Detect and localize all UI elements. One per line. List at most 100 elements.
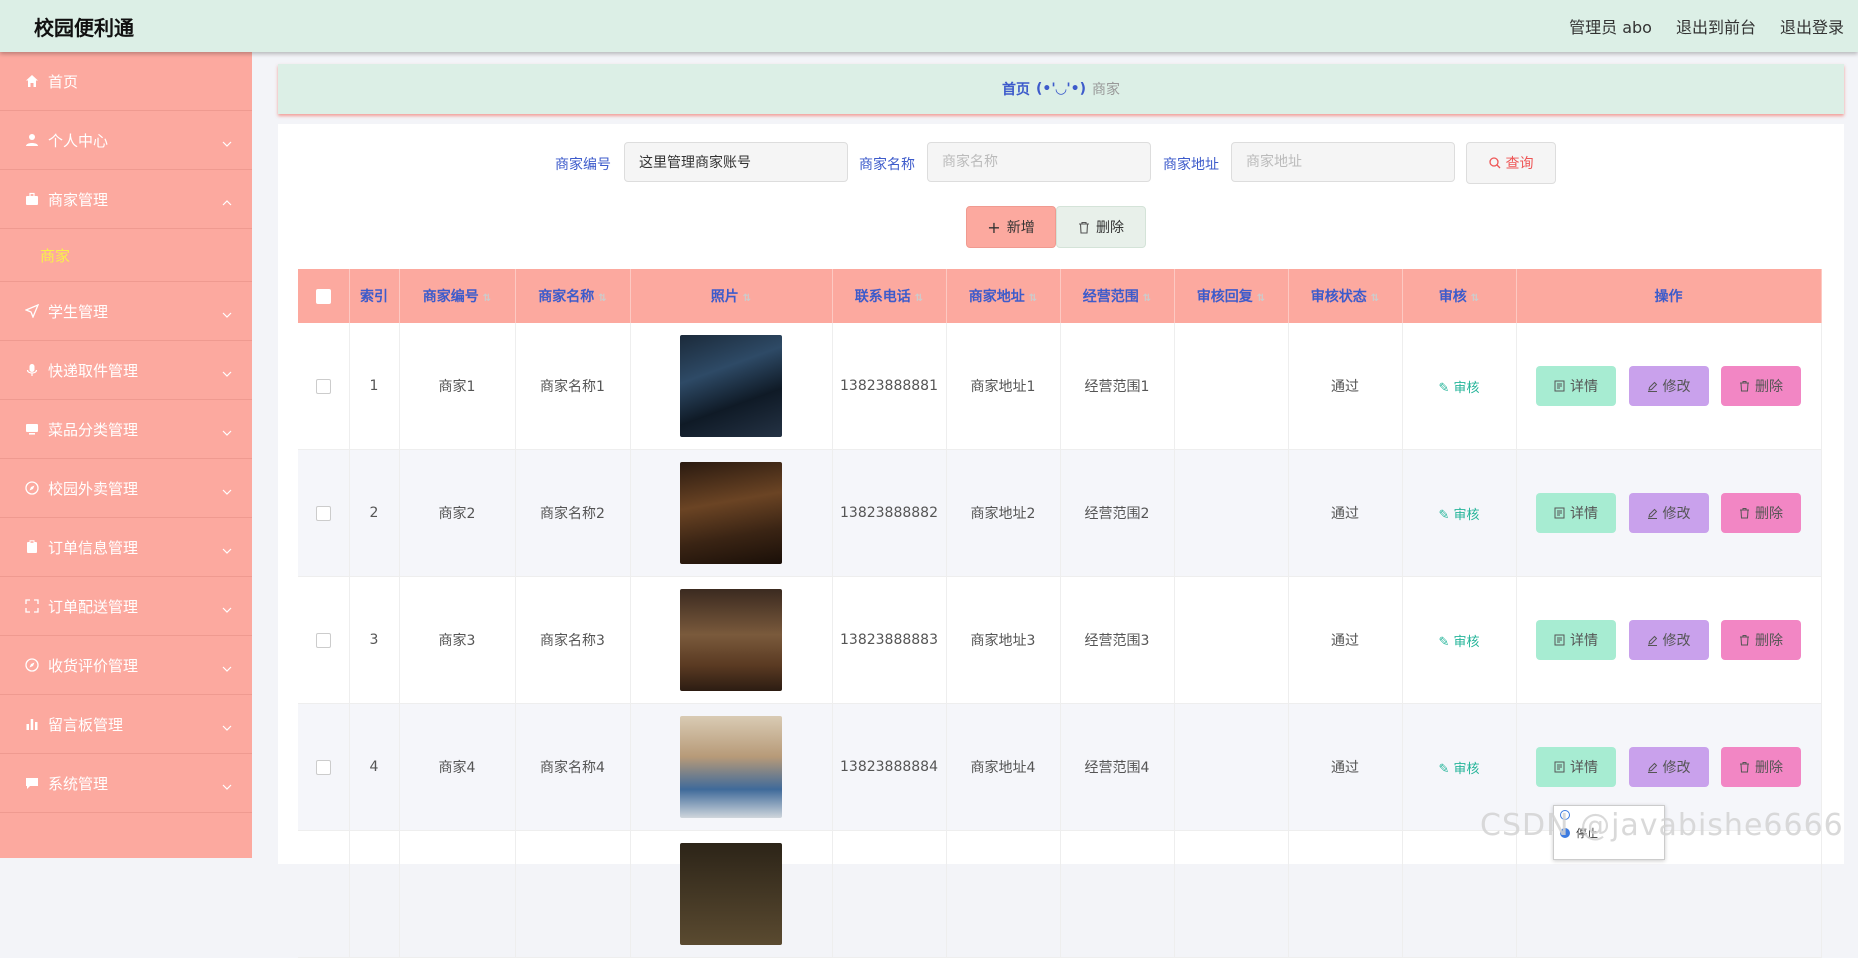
sort-icon[interactable]: ⇅ [1371, 293, 1379, 304]
row-checkbox[interactable] [315, 378, 331, 394]
sidebar-item-merchant-management[interactable]: 商家管理 [0, 170, 252, 229]
col-merchant-code[interactable]: 商家编号 ⇅ [399, 269, 516, 323]
sort-icon[interactable]: ⇅ [598, 293, 606, 304]
row-checkbox[interactable] [315, 759, 331, 775]
cell-photo [630, 830, 833, 958]
search-bar: 商家编号 商家名称 商家地址 查询 [278, 142, 1844, 184]
row-checkbox[interactable] [315, 632, 331, 648]
restaurant-photo[interactable] [680, 843, 782, 945]
delete-button[interactable]: 删除 [1720, 366, 1801, 406]
detail-button[interactable]: 详情 [1536, 620, 1617, 660]
cell-audit-status: 通过 [1288, 576, 1403, 704]
delete-button[interactable]: 删除 [1720, 620, 1801, 660]
sidebar-item-order-info[interactable]: 订单信息管理 [0, 518, 252, 577]
col-index: 索引 [349, 269, 400, 323]
audit-link[interactable]: ✎ 审核 [1438, 508, 1479, 523]
sort-icon[interactable]: ⇅ [1029, 293, 1037, 304]
sidebar-item-label: 学生管理 [48, 302, 109, 321]
merchant-address-input[interactable] [1231, 142, 1455, 182]
sidebar-item-order-delivery[interactable]: 订单配送管理 [0, 577, 252, 636]
app-title: 校园便利通 [34, 15, 134, 40]
monitor-icon [24, 421, 40, 437]
batch-delete-button[interactable]: 删除 [1056, 206, 1146, 248]
col-audit-status[interactable]: 审核状态 ⇅ [1288, 269, 1403, 323]
col-photo[interactable]: 照片 ⇅ [630, 269, 833, 323]
sidebar-item-home[interactable]: 首页 [0, 52, 252, 111]
sort-icon[interactable]: ⇅ [1471, 293, 1479, 304]
cell-merchant-name: 商家名称3 [515, 576, 631, 704]
audit-label: 审核 [1453, 380, 1480, 396]
detail-button[interactable]: 详情 [1536, 493, 1617, 533]
delete-label: 删除 [1754, 506, 1783, 522]
edit-button[interactable]: 修改 [1628, 493, 1709, 533]
delete-button[interactable]: 删除 [1720, 747, 1801, 787]
audit-link[interactable]: ✎ 审核 [1438, 635, 1479, 650]
sort-icon[interactable]: ⇅ [915, 293, 923, 304]
restaurant-photo[interactable] [680, 589, 782, 691]
edit-label: 修改 [1662, 633, 1691, 649]
sidebar-item-system-management[interactable]: 系统管理 [0, 754, 252, 813]
delete-button[interactable]: 删除 [1720, 493, 1801, 533]
logout-link[interactable]: 退出登录 [1780, 14, 1844, 38]
cell-merchant-name: 商家名称4 [515, 703, 631, 831]
sidebar-item-personal-center[interactable]: 个人中心 [0, 111, 252, 170]
cell-address: 商家地址2 [946, 449, 1061, 577]
send-icon [24, 303, 40, 319]
edit-button[interactable]: 修改 [1628, 747, 1709, 787]
sort-icon[interactable]: ⇅ [1143, 293, 1151, 304]
detail-label: 详情 [1570, 506, 1599, 522]
sort-icon[interactable]: ⇅ [1257, 293, 1265, 304]
exit-to-front-link[interactable]: 退出到前台 [1676, 14, 1756, 38]
merchant-code-input[interactable] [624, 142, 848, 182]
sort-icon[interactable]: ⇅ [483, 293, 491, 304]
edit-button[interactable]: 修改 [1628, 620, 1709, 660]
col-address[interactable]: 商家地址 ⇅ [946, 269, 1061, 323]
sidebar-item-express-pickup[interactable]: 快递取件管理 [0, 341, 252, 400]
cell-audit-status: 通过 [1288, 323, 1403, 450]
restaurant-photo[interactable] [680, 716, 782, 818]
trash-icon [1739, 508, 1749, 519]
sidebar-item-campus-takeout[interactable]: 校园外卖管理 [0, 459, 252, 518]
col-scope[interactable]: 经营范围 ⇅ [1060, 269, 1175, 323]
sidebar-item-delivery-review[interactable]: 收货评价管理 [0, 636, 252, 695]
cell-merchant-name: 商家名称1 [515, 323, 631, 450]
cell-merchant-name: 商家名称2 [515, 449, 631, 577]
restaurant-photo[interactable] [680, 462, 782, 564]
home-icon [24, 73, 40, 89]
add-button[interactable]: + 新增 [966, 206, 1056, 248]
audit-link[interactable]: ✎ 审核 [1438, 381, 1479, 396]
restaurant-photo[interactable] [680, 335, 782, 437]
microphone-icon [24, 362, 40, 378]
sidebar-item-student-management[interactable]: 学生管理 [0, 282, 252, 341]
pencil-icon: ✎ [1438, 507, 1454, 523]
edit-button[interactable]: 修改 [1628, 366, 1709, 406]
admin-user-link[interactable]: 管理员 abo [1569, 14, 1652, 38]
edit-label: 修改 [1662, 760, 1691, 776]
sidebar-item-message-board[interactable]: 留言板管理 [0, 695, 252, 754]
detail-button[interactable]: 详情 [1536, 366, 1617, 406]
query-button[interactable]: 查询 [1466, 142, 1556, 184]
document-icon [1554, 380, 1565, 392]
sidebar-item-label: 留言板管理 [48, 715, 124, 734]
sidebar-item-dish-category[interactable]: 菜品分类管理 [0, 400, 252, 459]
merchant-name-input[interactable] [927, 142, 1151, 182]
sort-icon[interactable]: ⇅ [743, 293, 751, 304]
breadcrumb-home[interactable]: 首页 [1002, 79, 1030, 99]
header-label: 经营范围 [1082, 289, 1139, 305]
table-row: 3 商家3 商家名称3 13823888883 商家地址3 经营范围3 通过 ✎… [298, 576, 1822, 704]
col-phone[interactable]: 联系电话 ⇅ [832, 269, 947, 323]
row-checkbox[interactable] [315, 505, 331, 521]
cell-phone: 13823888884 [832, 703, 947, 831]
col-audit-reply[interactable]: 审核回复 ⇅ [1174, 269, 1289, 323]
sidebar-item-label: 首页 [48, 72, 79, 91]
cell-audit: ✎ 审核 [1402, 449, 1517, 577]
sidebar-subitem-merchant[interactable]: 商家 [0, 229, 252, 282]
cell-audit-reply [1174, 576, 1289, 704]
col-audit[interactable]: 审核 ⇅ [1402, 269, 1517, 323]
audit-link[interactable]: ✎ 审核 [1438, 762, 1479, 777]
user-icon [24, 132, 40, 148]
cell-photo [630, 323, 833, 450]
select-all-checkbox[interactable] [315, 288, 331, 304]
col-merchant-name[interactable]: 商家名称 ⇅ [515, 269, 631, 323]
detail-button[interactable]: 详情 [1536, 747, 1617, 787]
